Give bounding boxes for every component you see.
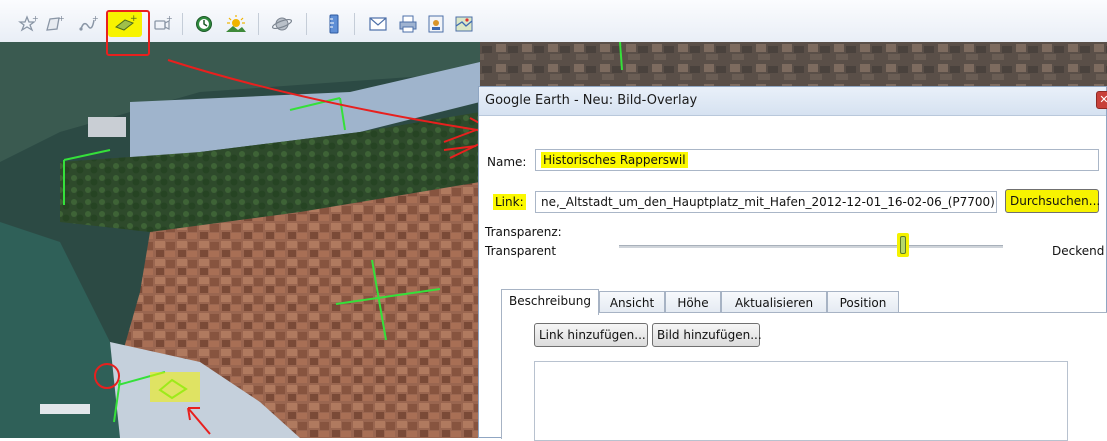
slider-thumb-grip bbox=[900, 236, 907, 254]
dialog-title: Google Earth - Neu: Bild-Overlay bbox=[485, 93, 698, 108]
sunlight-button[interactable] bbox=[224, 12, 248, 36]
tab-aktualisieren[interactable]: Aktualisieren bbox=[721, 291, 827, 313]
toolbar-separator bbox=[306, 13, 307, 35]
save-image-icon bbox=[428, 15, 444, 33]
historical-imagery-icon bbox=[196, 16, 212, 32]
print-icon bbox=[399, 15, 417, 33]
tab-beschreibung[interactable]: Beschreibung bbox=[501, 289, 599, 315]
record-tour-button[interactable]: + bbox=[150, 12, 174, 36]
add-polygon-icon: + bbox=[46, 14, 64, 31]
add-image-button[interactable]: Bild hinzufügen... bbox=[652, 323, 762, 347]
toolbar-separator bbox=[354, 13, 355, 35]
email-icon bbox=[369, 17, 387, 31]
close-icon: ✕ bbox=[1099, 93, 1107, 106]
browse-button[interactable]: Durchsuchen... bbox=[1005, 189, 1100, 213]
description-textarea[interactable] bbox=[534, 361, 1068, 441]
tab-hoehe[interactable]: Höhe bbox=[665, 291, 721, 313]
svg-text:+: + bbox=[58, 14, 64, 23]
save-image-button[interactable] bbox=[424, 12, 448, 36]
add-path-button[interactable]: + bbox=[76, 12, 100, 36]
annotation-marker-box bbox=[106, 10, 150, 56]
name-input[interactable]: Historisches Rapperswil bbox=[535, 149, 1099, 171]
toolbar-separator bbox=[182, 13, 183, 35]
print-button[interactable] bbox=[396, 12, 420, 36]
dialog-titlebar[interactable]: Google Earth - Neu: Bild-Overlay ✕ bbox=[479, 87, 1107, 116]
toolbar: + + + + + bbox=[0, 0, 1107, 43]
transparent-label: Transparent bbox=[485, 244, 557, 258]
view-in-maps-icon bbox=[455, 16, 473, 32]
image-overlay-dialog: Google Earth - Neu: Bild-Overlay ✕ Name:… bbox=[478, 86, 1107, 441]
tab-position[interactable]: Position bbox=[827, 291, 899, 313]
close-button[interactable]: ✕ bbox=[1096, 91, 1107, 109]
sunlight-icon bbox=[226, 15, 246, 32]
link-label-wrap: Link: bbox=[493, 194, 526, 210]
link-input[interactable]: ne,_Altstadt_um_den_Hauptplatz_mit_Hafen… bbox=[535, 191, 997, 213]
view-in-maps-button[interactable] bbox=[452, 12, 476, 36]
add-link-button[interactable]: Link hinzufügen... bbox=[534, 323, 648, 347]
record-tour-icon: + bbox=[154, 14, 172, 30]
transparency-label: Transparenz: bbox=[485, 225, 562, 239]
add-placemark-icon: + bbox=[18, 14, 38, 32]
switch-to-sky-button[interactable] bbox=[270, 12, 294, 36]
transparency-slider-track[interactable] bbox=[619, 245, 1003, 248]
tab-ansicht[interactable]: Ansicht bbox=[599, 291, 665, 313]
svg-text:+: + bbox=[166, 14, 172, 23]
opaque-label: Deckend bbox=[1052, 244, 1105, 258]
svg-text:+: + bbox=[92, 14, 98, 23]
transparency-slider-thumb[interactable] bbox=[897, 233, 910, 257]
description-tab-panel: Link hinzufügen... Bild hinzufügen... bbox=[501, 312, 1107, 441]
toolbar-separator bbox=[258, 13, 259, 35]
add-polygon-button[interactable]: + bbox=[42, 12, 66, 36]
svg-text:+: + bbox=[32, 14, 38, 23]
ruler-button[interactable] bbox=[322, 12, 346, 36]
add-placemark-button[interactable]: + bbox=[16, 12, 40, 36]
add-path-icon: + bbox=[79, 14, 98, 31]
email-button[interactable] bbox=[366, 12, 390, 36]
link-label: Link: bbox=[493, 194, 526, 210]
name-label: Name: bbox=[487, 155, 527, 169]
ruler-icon bbox=[329, 14, 339, 34]
name-input-value: Historisches Rapperswil bbox=[541, 152, 688, 168]
historical-imagery-button[interactable] bbox=[192, 12, 216, 36]
switch-to-sky-icon bbox=[271, 17, 293, 31]
